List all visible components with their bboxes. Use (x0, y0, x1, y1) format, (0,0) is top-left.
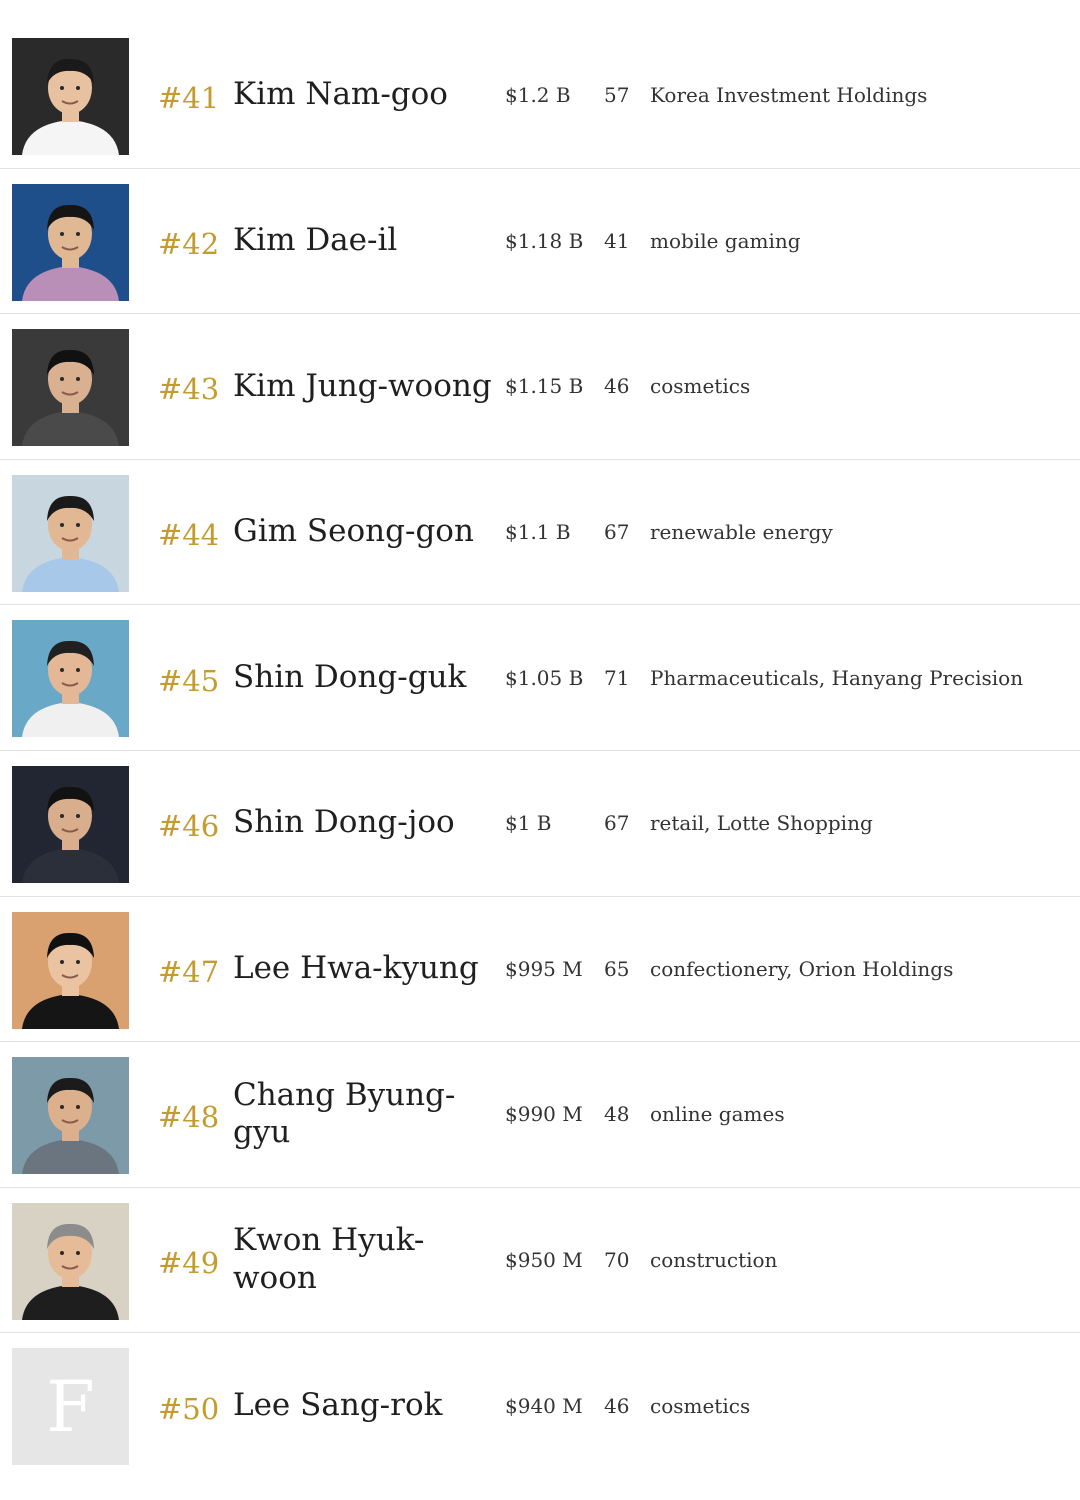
wealth-source: Korea Investment Holdings (650, 83, 928, 108)
list-item[interactable]: #49 Kwon Hyuk-woon $950 M 70 constructio… (0, 1188, 1080, 1334)
billionaire-list: #41 Kim Nam-goo $1.2 B 57 Korea Investme… (0, 23, 1080, 1479)
photo-eye-right (76, 668, 80, 673)
net-worth: $940 M (505, 1394, 583, 1419)
avatar[interactable]: F (12, 1348, 129, 1466)
net-worth: $1.2 B (505, 83, 571, 108)
photo-eye-left (60, 86, 64, 90)
avatar[interactable] (12, 474, 129, 592)
person-name-link[interactable]: Kim Jung-woong (233, 314, 495, 459)
photo-eye-right (76, 1250, 80, 1255)
photo-eye-left (60, 813, 64, 818)
avatar[interactable] (12, 1057, 129, 1175)
wealth-source: cosmetics (650, 374, 751, 399)
wealth-source: construction (650, 1248, 778, 1273)
age: 71 (604, 665, 630, 690)
list-item[interactable]: #46 Shin Dong-joo $1 B 67 retail, Lotte … (0, 751, 1080, 897)
photo-eye-right (76, 959, 80, 964)
wealth-source: confectionery, Orion Holdings (650, 956, 954, 981)
age: 67 (604, 520, 630, 545)
person-name-link[interactable]: Shin Dong-joo (233, 751, 495, 896)
portrait-photo (12, 620, 129, 738)
avatar[interactable] (12, 38, 129, 155)
rank-label: #47 (158, 954, 220, 989)
portrait-photo (12, 329, 129, 447)
photo-eye-right (76, 522, 80, 527)
person-name-link[interactable]: Kwon Hyuk-woon (233, 1188, 495, 1333)
person-name-link[interactable]: Lee Hwa-kyung (233, 897, 495, 1042)
person-name-link[interactable]: Gim Seong-gon (233, 460, 495, 605)
portrait-photo (12, 911, 129, 1029)
wealth-source: renewable energy (650, 520, 833, 545)
photo-eye-right (76, 377, 80, 382)
avatar[interactable] (12, 765, 129, 883)
person-name-link[interactable]: Lee Sang-rok (233, 1333, 495, 1479)
photo-eye-left (60, 1250, 64, 1255)
net-worth: $995 M (505, 956, 583, 981)
person-name-link[interactable]: Kim Nam-goo (233, 23, 495, 168)
list-item[interactable]: #42 Kim Dae-il $1.18 B 41 mobile gaming (0, 169, 1080, 315)
rank-label: #50 (158, 1392, 220, 1427)
person-name-link[interactable]: Kim Dae-il (233, 169, 495, 314)
net-worth: $1.1 B (505, 520, 571, 545)
rank-label: #43 (158, 372, 220, 407)
list-item[interactable]: #44 Gim Seong-gon $1.1 B 67 renewable en… (0, 460, 1080, 606)
age: 41 (604, 228, 630, 253)
list-item[interactable]: #41 Kim Nam-goo $1.2 B 57 Korea Investme… (0, 23, 1080, 169)
net-worth: $950 M (505, 1248, 583, 1273)
age: 46 (604, 1394, 630, 1419)
age: 67 (604, 811, 630, 836)
portrait-photo (12, 1057, 129, 1175)
age: 70 (604, 1248, 630, 1273)
photo-eye-left (60, 377, 64, 382)
portrait-photo (12, 1202, 129, 1320)
wealth-source: online games (650, 1102, 785, 1127)
list-item[interactable]: F #50 Lee Sang-rok $940 M 46 cosmetics (0, 1333, 1080, 1479)
person-name-link[interactable]: Shin Dong-guk (233, 605, 495, 750)
rank-label: #46 (158, 809, 220, 844)
photo-eye-left (60, 1105, 64, 1110)
rank-label: #48 (158, 1100, 220, 1135)
photo-eye-right (76, 813, 80, 818)
avatar[interactable] (12, 329, 129, 447)
portrait-photo (12, 38, 129, 155)
person-name-link[interactable]: Chang Byung-gyu (233, 1042, 495, 1187)
wealth-source: retail, Lotte Shopping (650, 811, 873, 836)
portrait-photo (12, 474, 129, 592)
photo-eye-left (60, 959, 64, 964)
age: 57 (604, 83, 630, 108)
wealth-source: Pharmaceuticals, Hanyang Precision (650, 665, 1024, 690)
avatar[interactable] (12, 1202, 129, 1320)
photo-eye-left (60, 522, 64, 527)
net-worth: $1 B (505, 811, 552, 836)
avatar[interactable] (12, 620, 129, 738)
rank-label: #44 (158, 518, 220, 553)
avatar[interactable] (12, 911, 129, 1029)
age: 65 (604, 956, 630, 981)
rank-label: #49 (158, 1246, 220, 1281)
placeholder-logo: F (12, 1348, 129, 1466)
age: 48 (604, 1102, 630, 1127)
avatar[interactable] (12, 183, 129, 301)
portrait-photo (12, 765, 129, 883)
rank-label: #45 (158, 663, 220, 698)
net-worth: $1.18 B (505, 228, 584, 253)
net-worth: $1.15 B (505, 374, 584, 399)
list-item[interactable]: #47 Lee Hwa-kyung $995 M 65 confectioner… (0, 897, 1080, 1043)
age: 46 (604, 374, 630, 399)
rank-label: #42 (158, 226, 220, 261)
net-worth: $1.05 B (505, 665, 584, 690)
net-worth: $990 M (505, 1102, 583, 1127)
photo-eye-right (76, 231, 80, 236)
list-item[interactable]: #48 Chang Byung-gyu $990 M 48 online gam… (0, 1042, 1080, 1188)
photo-eye-right (76, 1105, 80, 1110)
rank-label: #41 (158, 81, 220, 116)
photo-eye-right (76, 86, 80, 90)
list-item[interactable]: #45 Shin Dong-guk $1.05 B 71 Pharmaceuti… (0, 605, 1080, 751)
photo-eye-left (60, 231, 64, 236)
wealth-source: cosmetics (650, 1394, 751, 1419)
photo-eye-left (60, 668, 64, 673)
portrait-photo (12, 183, 129, 301)
wealth-source: mobile gaming (650, 228, 801, 253)
list-item[interactable]: #43 Kim Jung-woong $1.15 B 46 cosmetics (0, 314, 1080, 460)
